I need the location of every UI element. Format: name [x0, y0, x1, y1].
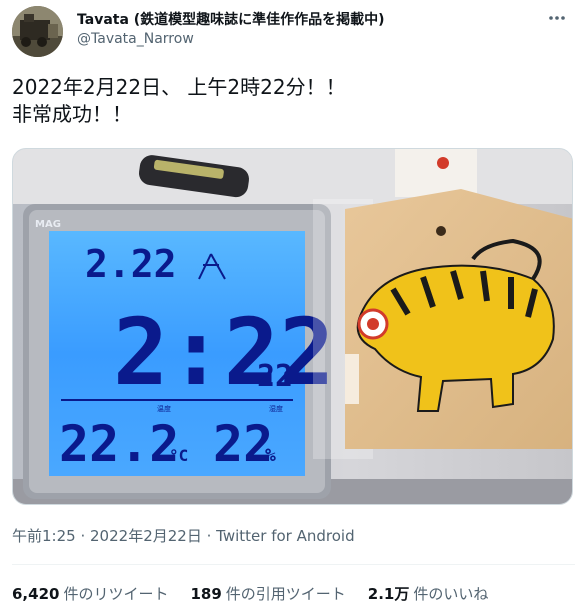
- retweets-stat[interactable]: 6,420 件のリツイート: [12, 584, 168, 604]
- tweet-text-line: 非常成功！！: [12, 102, 132, 126]
- quotes-label: 件の引用ツイート: [225, 585, 346, 603]
- more-dots-icon[interactable]: [545, 8, 569, 32]
- tweet-source[interactable]: Twitter for Android: [216, 527, 354, 545]
- user-handle[interactable]: @Tavata_Narrow: [77, 29, 385, 49]
- lcd-date: 2.22: [85, 242, 177, 286]
- engagement-stats: 6,420 件のリツイート 189 件の引用ツイート 2.1万 件のいいね: [12, 584, 488, 604]
- lcd-temp-unit: °C: [169, 446, 188, 465]
- lcd-temperature: 22.2: [59, 415, 179, 473]
- retweets-label: 件のリツイート: [63, 585, 169, 603]
- clock-photo: MAG 2.22 2:22 22 温度 湿度 22.2 °C 22 %: [13, 149, 572, 504]
- clock-brand: MAG: [35, 219, 61, 230]
- avatar[interactable]: [12, 6, 63, 57]
- temp-label: 温度: [157, 404, 171, 413]
- ema-plaque: [345, 189, 572, 449]
- display-name[interactable]: Tavata (鉄道模型趣味誌に準佳作作品を掲載中): [77, 11, 385, 29]
- quotes-count: 189: [190, 585, 222, 603]
- likes-stat[interactable]: 2.1万 件のいいね: [368, 584, 489, 604]
- humidity-label: 湿度: [269, 404, 283, 413]
- author-block: Tavata (鉄道模型趣味誌に準佳作作品を掲載中) @Tavata_Narro…: [77, 11, 385, 49]
- meta-separator: ·: [206, 527, 217, 545]
- meta-separator: ·: [80, 527, 91, 545]
- tweet-text: 2022年2月22日、 上午2時22分！！ 非常成功！！: [12, 74, 572, 128]
- tweet-date[interactable]: 2022年2月22日: [90, 527, 202, 545]
- tweet-header: Tavata (鉄道模型趣味誌に準佳作作品を掲載中) @Tavata_Narro…: [12, 6, 575, 57]
- lcd-humidity-unit: %: [265, 445, 276, 466]
- divider: [12, 564, 575, 565]
- avatar-image: [12, 6, 63, 57]
- retweets-count: 6,420: [12, 585, 60, 603]
- lcd-seconds: 22: [257, 359, 293, 394]
- tweet-time[interactable]: 午前1:25: [12, 527, 76, 545]
- tweet-photo[interactable]: MAG 2.22 2:22 22 温度 湿度 22.2 °C 22 %: [12, 148, 573, 505]
- tweet-text-line: 2022年2月22日、 上午2時22分！！: [12, 75, 346, 99]
- tweet-meta: 午前1:25 · 2022年2月22日 · Twitter for Androi…: [12, 526, 355, 546]
- likes-label: 件のいいね: [413, 585, 489, 603]
- lcd-time: 2:22: [113, 299, 335, 406]
- likes-count: 2.1万: [367, 585, 410, 603]
- quotes-stat[interactable]: 189 件の引用ツイート: [190, 584, 345, 604]
